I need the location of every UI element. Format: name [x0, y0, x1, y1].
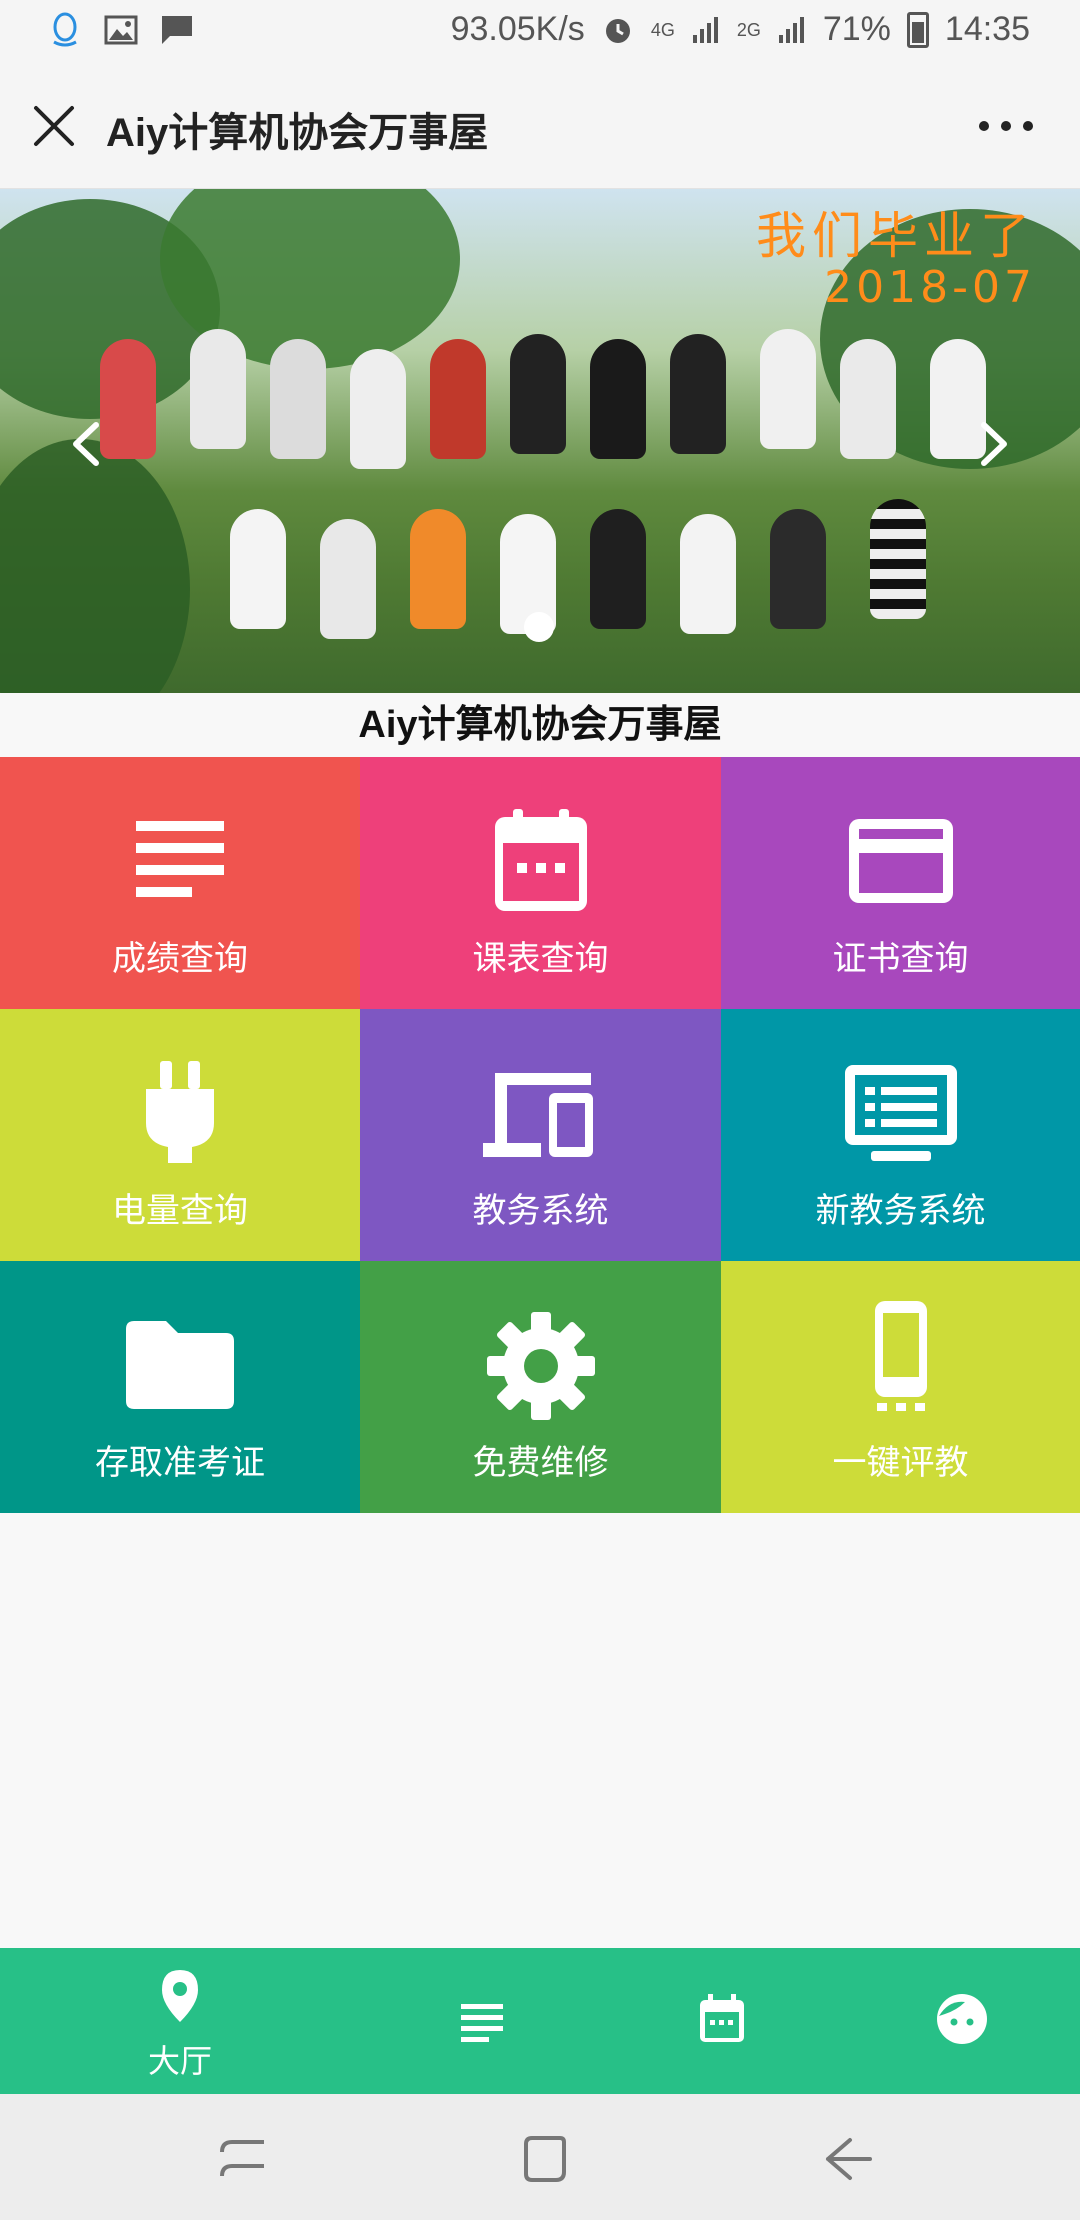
tile-label: 免费维修	[472, 1443, 609, 1483]
clock: 14:35	[944, 10, 1030, 48]
alarm-icon	[605, 18, 630, 43]
list-icon	[136, 821, 224, 897]
image-icon	[104, 15, 138, 45]
tile-label: 新教务系统	[815, 1191, 986, 1231]
tile-label: 一键评教	[832, 1443, 969, 1483]
banner-photo-person	[350, 349, 406, 469]
banner-photo-person	[590, 509, 646, 629]
page-title: Aiy计算机协会万事屋	[106, 111, 489, 155]
banner-photo-person	[270, 339, 326, 459]
network-2g: 2G	[736, 19, 761, 40]
tile-certificate-query[interactable]: 证书查询	[721, 757, 1080, 1009]
calendar-icon	[700, 1994, 744, 2042]
system-navigation-bar	[0, 2094, 1080, 2220]
message-icon	[162, 16, 192, 44]
close-icon[interactable]	[28, 100, 80, 152]
feature-grid: 成绩查询 课表查询 证书查询 电量查询 教务系统 新教务系统 存取准考证 免费维…	[0, 757, 1080, 1513]
tile-grade-query[interactable]: 成绩查询	[0, 757, 360, 1009]
list-icon	[461, 2004, 503, 2042]
tile-label: 存取准考证	[95, 1443, 265, 1483]
tile-label: 电量查询	[112, 1191, 248, 1231]
tile-label: 课表查询	[472, 939, 609, 979]
chevron-right-icon[interactable]	[968, 419, 1018, 469]
tile-label: 证书查询	[832, 939, 969, 979]
tile-academic-system[interactable]: 教务系统	[360, 1009, 721, 1261]
nav-label: 大厅	[147, 2042, 212, 2080]
banner-photo-person	[430, 339, 486, 459]
tile-admission-ticket[interactable]: 存取准考证	[0, 1261, 360, 1513]
tile-one-click-evaluation[interactable]: 一键评教	[721, 1261, 1080, 1513]
nav-item-calendar[interactable]	[587, 1948, 857, 2094]
banner-photo-person	[410, 509, 466, 629]
network-speed: 93.05K/s	[450, 10, 585, 48]
banner-photo-tree	[0, 439, 190, 693]
network-4g: 4G	[650, 19, 675, 40]
tile-free-repair[interactable]: 免费维修	[360, 1261, 721, 1513]
chevron-left-icon[interactable]	[62, 419, 112, 469]
location-pin-icon	[162, 1970, 198, 2022]
tile-schedule-query[interactable]: 课表查询	[360, 757, 721, 1009]
carousel-indicator-dot[interactable]	[524, 612, 554, 642]
gear-icon	[486, 1312, 595, 1420]
battery-percent: 71%	[822, 10, 891, 48]
more-options-icon[interactable]	[976, 114, 1036, 138]
banner-photo-person	[190, 329, 246, 449]
section-title: Aiy计算机协会万事屋	[358, 704, 722, 746]
title-bar: Aiy计算机协会万事屋	[0, 64, 1080, 189]
banner-photo-person	[510, 334, 566, 454]
bottom-nav: 大厅	[0, 1948, 1080, 2094]
monitor-icon	[844, 1065, 957, 1161]
status-bar: 93.05K/s 4G 2G 71% 14:35	[0, 0, 1080, 64]
back-icon[interactable]	[820, 2132, 874, 2186]
tile-electricity-query[interactable]: 电量查询	[0, 1009, 360, 1261]
face-icon	[937, 1994, 987, 2044]
banner-photo-person	[760, 329, 816, 449]
banner-photo-person	[870, 499, 926, 619]
banner-photo-person	[590, 339, 646, 459]
tile-new-academic-system[interactable]: 新教务系统	[721, 1009, 1080, 1261]
nav-item-list[interactable]	[347, 1948, 617, 2094]
tile-label: 成绩查询	[112, 939, 248, 979]
banner-photo-person	[770, 509, 826, 629]
banner-caption-title: 我们毕业了	[756, 207, 1036, 265]
phone-icon	[874, 1301, 927, 1411]
battery-icon	[906, 11, 929, 48]
banner-photo-person	[670, 334, 726, 454]
banner-photo-person	[230, 509, 286, 629]
banner-caption: 我们毕业了 2018-07	[756, 209, 1036, 312]
folder-icon	[126, 1321, 234, 1409]
tile-label: 教务系统	[472, 1191, 609, 1231]
nav-item-profile[interactable]	[827, 1948, 1080, 2094]
signal-icon	[692, 16, 718, 43]
banner-carousel[interactable]: 我们毕业了 2018-07	[0, 189, 1080, 693]
plug-icon	[146, 1061, 214, 1163]
banner-photo-person	[840, 339, 896, 459]
calendar-icon	[494, 809, 587, 911]
qq-icon	[53, 12, 77, 47]
card-icon	[848, 819, 953, 903]
banner-caption-date: 2018-07	[824, 262, 1036, 313]
recent-apps-icon[interactable]	[216, 2132, 270, 2186]
banner-photo-person	[320, 519, 376, 639]
devices-icon	[482, 1073, 593, 1157]
home-icon[interactable]	[516, 2132, 570, 2186]
nav-item-hall[interactable]: 大厅	[45, 1948, 315, 2094]
signal-icon	[778, 16, 804, 43]
banner-photo-person	[680, 514, 736, 634]
